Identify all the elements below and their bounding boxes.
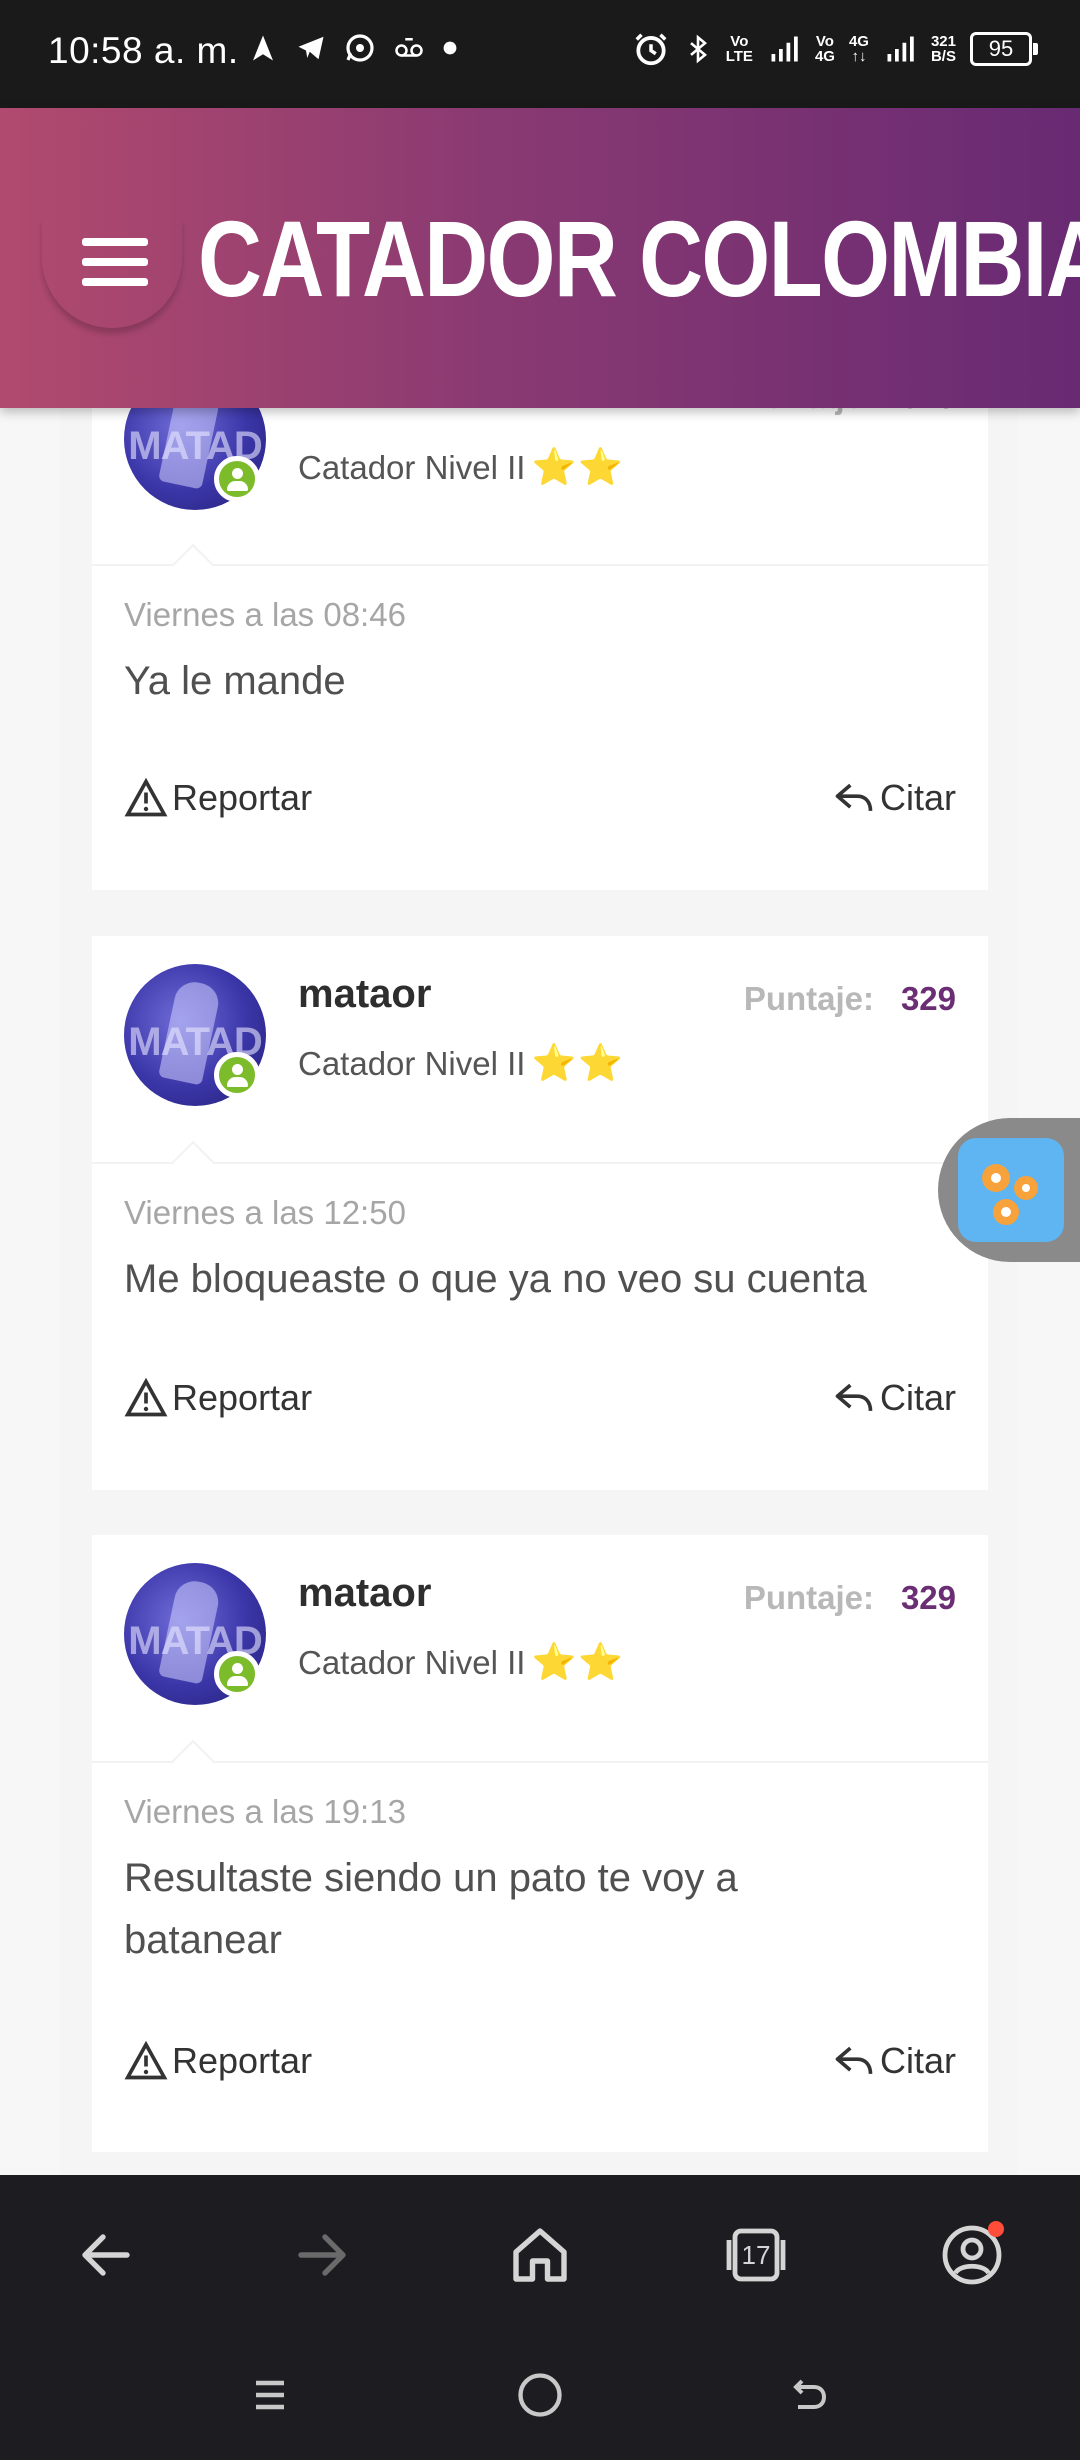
back-arrow-icon [82, 2234, 130, 2276]
quote-button[interactable]: Citar [832, 1376, 956, 1420]
whatsapp-icon [346, 34, 374, 62]
report-label: Reportar [172, 2040, 313, 2081]
battery-indicator: 95 [970, 32, 1038, 66]
status-left-icons [248, 32, 458, 64]
warning-icon [124, 777, 168, 817]
rank-stars: ⭐⭐ [531, 1042, 626, 1083]
user-rank: Catador Nivel II ⭐⭐ [298, 1641, 626, 1682]
score-value: 329 [900, 980, 956, 1017]
home-icon [513, 2228, 567, 2282]
reply-icon [835, 2046, 873, 2074]
report-button[interactable]: Reportar [124, 2039, 312, 2083]
browser-toolbar: 17 [0, 2175, 1080, 2335]
home-button[interactable] [504, 2219, 576, 2291]
signal-icon [771, 36, 798, 62]
speech-pointer [171, 1739, 215, 1783]
system-back-icon[interactable] [786, 2371, 834, 2419]
bluetooth-icon [689, 34, 707, 64]
signal-icon-2 [887, 36, 914, 62]
volte-indicator-1: Vo LTE [725, 33, 753, 65]
floating-gear-button[interactable] [958, 1138, 1064, 1242]
hamburger-icon [82, 238, 148, 246]
speech-pointer [171, 1140, 215, 1184]
telegram-icon [298, 36, 324, 60]
volte-indicator-2: Vo 4G [814, 33, 835, 65]
username[interactable]: mataor [298, 972, 431, 1017]
post-header: MATAD mataor Puntaje: 329 Catador Nivel … [92, 1535, 988, 1783]
recent-apps-icon[interactable] [246, 2371, 294, 2419]
user-rank: Catador Nivel II ⭐⭐ [298, 446, 626, 487]
network-type: 4G ↑↓ [848, 33, 869, 65]
post-date: Viernes a las 12:50 [124, 1194, 406, 1231]
back-button[interactable] [70, 2219, 142, 2291]
notification-dot [988, 2221, 1004, 2237]
home-circle-icon[interactable] [514, 2369, 566, 2421]
score-value: 329 [900, 1579, 956, 1616]
dot-icon [443, 41, 457, 55]
rank-stars: ⭐⭐ [531, 446, 626, 487]
rank-stars: ⭐⭐ [531, 1641, 626, 1682]
username[interactable]: mataor [298, 1571, 431, 1616]
status-right-icons: Vo LTE Vo 4G 4G ↑↓ 321 B/S 95 [632, 30, 1038, 68]
gear-icon [982, 1164, 1038, 1225]
quote-label: Citar [879, 2040, 956, 2081]
reply-icon [835, 1383, 873, 1411]
post-header: MATAD mataor Puntaje: 329 Catador Nivel … [92, 936, 988, 1184]
post-card: MATAD mataor Puntaje: 329 Catador Nivel … [92, 1535, 988, 2152]
quote-button[interactable]: Citar [832, 2039, 956, 2083]
menu-button[interactable] [42, 218, 182, 328]
voicemail-icon [395, 38, 423, 57]
alarm-icon [635, 33, 667, 66]
quote-label: Citar [879, 777, 956, 818]
app-title: CATADOR COLOMBIA [198, 198, 1080, 319]
quote-button[interactable]: Citar [832, 776, 956, 820]
navigation-icon [253, 35, 273, 61]
status-bar: 10:58 a. m. Vo LTE Vo 4G 4G ↑↓ 321 B/S 95 [0, 0, 1080, 108]
app-header: CATADOR COLOMBIA [0, 108, 1080, 408]
report-button[interactable]: Reportar [124, 1376, 312, 1420]
warning-icon [124, 2040, 168, 2080]
tabs-button[interactable]: 17 [720, 2219, 792, 2291]
post-body: Me bloqueaste o que ya no veo su cuenta [124, 1257, 867, 1301]
post-card: MATAD mataor Puntaje: 329 Catador Nivel … [92, 936, 988, 1490]
online-status-icon [214, 456, 260, 502]
online-status-icon [214, 1651, 260, 1697]
reply-icon [835, 783, 873, 811]
post-body: Ya le mande [124, 659, 346, 703]
post-date: Viernes a las 08:46 [124, 596, 406, 633]
status-time: 10:58 a. m. [48, 30, 239, 71]
network-speed: 321 B/S [930, 33, 956, 65]
post-date: Viernes a las 19:13 [124, 1793, 406, 1830]
tab-count: 17 [741, 2240, 771, 2270]
warning-icon [124, 1377, 168, 1417]
system-navigation-bar [0, 2335, 1080, 2460]
report-label: Reportar [172, 777, 313, 818]
report-label: Reportar [172, 1377, 313, 1418]
forward-arrow-icon [298, 2234, 346, 2276]
online-status-icon [214, 1052, 260, 1098]
report-button[interactable]: Reportar [124, 776, 312, 820]
score-label: Puntaje: [743, 980, 874, 1017]
post-body: Resultaste siendo un pato te voy a batan… [124, 1856, 738, 1962]
speech-pointer [171, 543, 215, 587]
score-label: Puntaje: [743, 1579, 874, 1616]
account-button[interactable] [936, 2219, 1008, 2291]
user-rank: Catador Nivel II ⭐⭐ [298, 1042, 626, 1083]
quote-label: Citar [879, 1377, 956, 1418]
forward-button[interactable] [286, 2219, 358, 2291]
